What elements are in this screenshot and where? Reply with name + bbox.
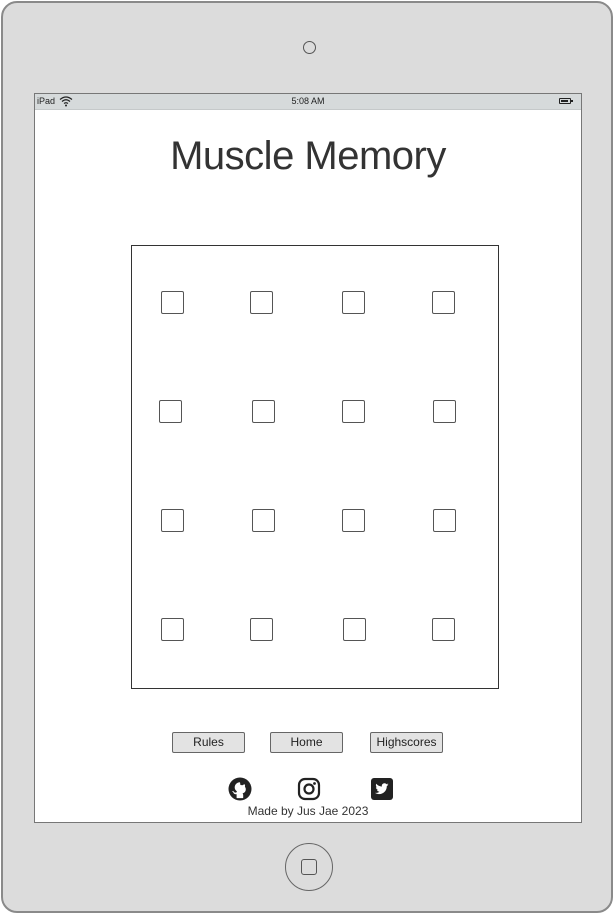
game-tile[interactable] (252, 509, 275, 532)
game-board (131, 245, 499, 689)
game-tile[interactable] (342, 291, 365, 314)
twitter-icon[interactable] (370, 777, 394, 801)
game-tile[interactable] (161, 291, 184, 314)
game-tile[interactable] (161, 509, 184, 532)
battery-icon (559, 98, 573, 104)
page-title: Muscle Memory (170, 134, 446, 178)
game-tile[interactable] (432, 291, 455, 314)
game-tile[interactable] (433, 400, 456, 423)
game-tile[interactable] (343, 618, 366, 641)
device-home-button[interactable] (285, 843, 333, 891)
home-button[interactable]: Home (270, 732, 343, 753)
game-tile[interactable] (159, 400, 182, 423)
camera-icon (303, 41, 316, 54)
instagram-icon[interactable] (297, 777, 321, 801)
game-tile[interactable] (252, 400, 275, 423)
game-tile[interactable] (432, 618, 455, 641)
rules-button[interactable]: Rules (172, 732, 245, 753)
game-tile[interactable] (250, 618, 273, 641)
game-tile[interactable] (342, 509, 365, 532)
game-tile[interactable] (342, 400, 365, 423)
github-icon[interactable] (228, 777, 252, 801)
game-tile[interactable] (433, 509, 456, 532)
footer-credit: Made by Jus Jae 2023 (247, 804, 369, 818)
game-tile[interactable] (161, 618, 184, 641)
highscores-button[interactable]: Highscores (370, 732, 443, 753)
status-time: 5:08 AM (291, 96, 325, 106)
status-bar: iPad 5:08 AM (35, 94, 581, 110)
app-screen: iPad 5:08 AM Muscle Memory Rules Home Hi… (34, 93, 582, 823)
home-square-icon (301, 859, 317, 875)
game-tile[interactable] (250, 291, 273, 314)
